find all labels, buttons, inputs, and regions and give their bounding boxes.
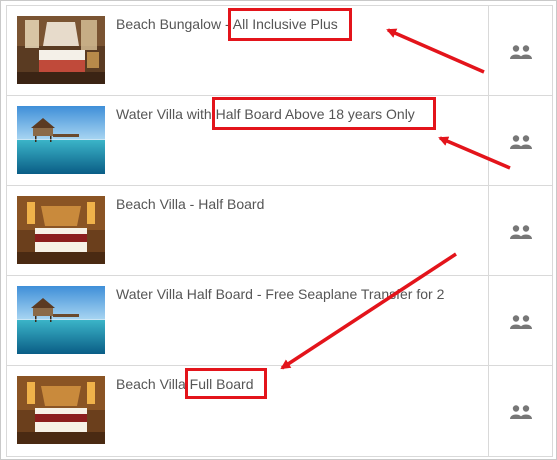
guests-cell: [488, 366, 552, 456]
guests-cell: [488, 6, 552, 96]
room-name[interactable]: Water Villa with Half Board Above 18 yea…: [116, 105, 415, 123]
room-photo-overwater-villa[interactable]: [17, 106, 105, 174]
guests-cell: [488, 186, 552, 276]
guests-cell: [488, 96, 552, 186]
guests-cell: [488, 276, 552, 366]
room-name[interactable]: Beach Villa - Half Board: [116, 195, 264, 213]
room-list-frame: Beach Bungalow - All Inclusive Plus Wate…: [0, 0, 557, 460]
overwater-villa-image: [17, 286, 105, 354]
room-row[interactable]: Beach Villa Full Board: [7, 366, 552, 456]
room-row[interactable]: Water Villa with Half Board Above 18 yea…: [7, 96, 552, 186]
overwater-villa-image: [17, 106, 105, 174]
room-name[interactable]: Beach Villa Full Board: [116, 375, 253, 393]
room-photo-bungalow-bedroom[interactable]: [17, 16, 105, 84]
room-photo-villa-bedroom[interactable]: [17, 376, 105, 444]
room-name[interactable]: Water Villa Half Board - Free Seaplane T…: [116, 285, 444, 303]
two-guests-icon: [510, 315, 532, 329]
two-guests-icon: [510, 135, 532, 149]
room-name[interactable]: Beach Bungalow - All Inclusive Plus: [116, 15, 338, 33]
room-photo-overwater-villa[interactable]: [17, 286, 105, 354]
room-row[interactable]: Beach Villa - Half Board: [7, 186, 552, 276]
room-photo-villa-bedroom[interactable]: [17, 196, 105, 264]
villa-bedroom-image: [17, 196, 105, 264]
bungalow-bedroom-image: [17, 16, 105, 84]
room-row[interactable]: Beach Bungalow - All Inclusive Plus: [7, 6, 552, 96]
two-guests-icon: [510, 45, 532, 59]
two-guests-icon: [510, 225, 532, 239]
two-guests-icon: [510, 405, 532, 419]
room-list: Beach Bungalow - All Inclusive Plus Wate…: [6, 5, 553, 457]
villa-bedroom-image: [17, 376, 105, 444]
room-row[interactable]: Water Villa Half Board - Free Seaplane T…: [7, 276, 552, 366]
